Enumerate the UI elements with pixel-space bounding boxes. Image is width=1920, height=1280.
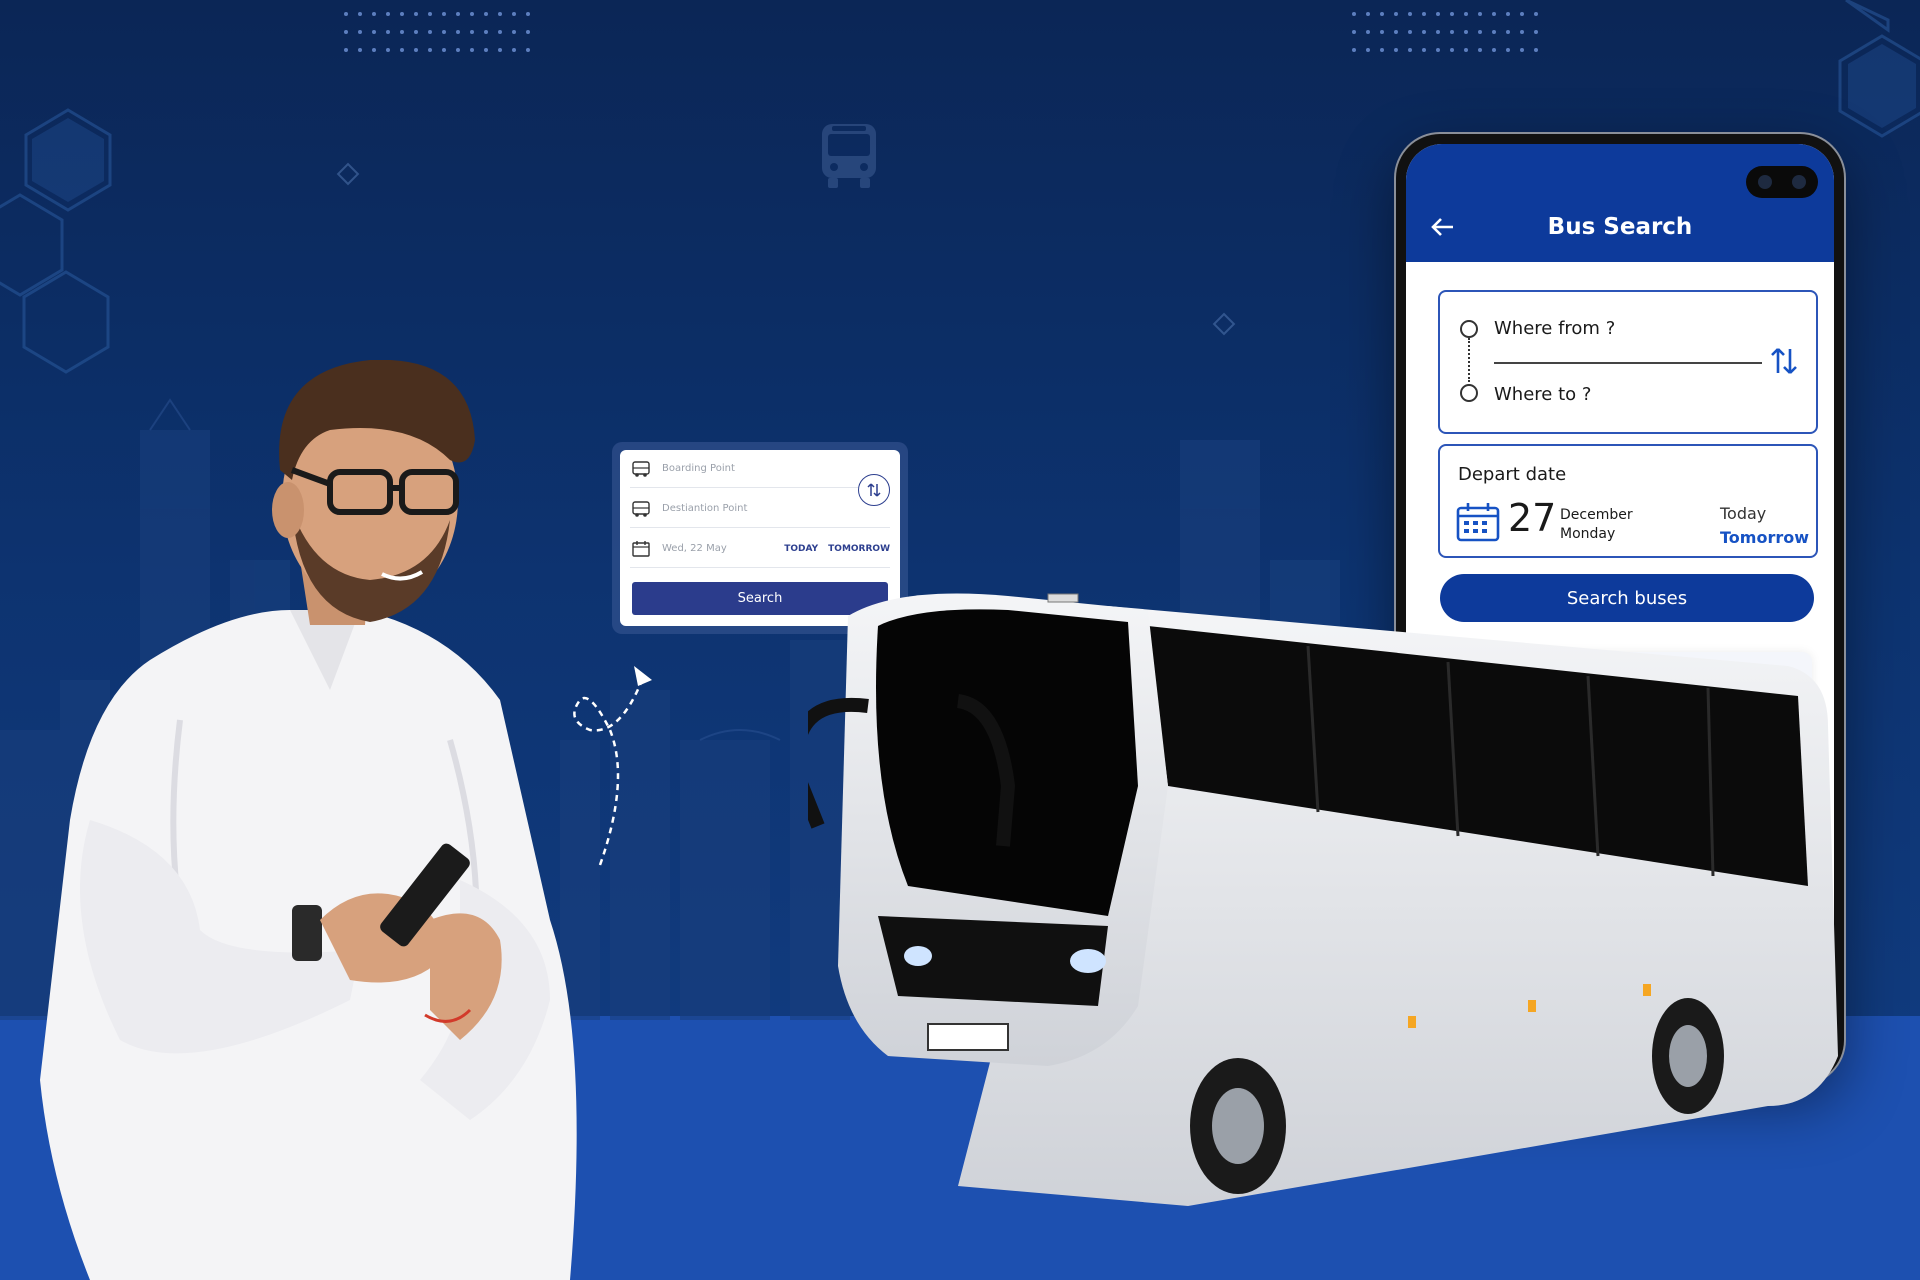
page-title: Bus Search: [1547, 214, 1693, 240]
route-connector: [1468, 338, 1470, 382]
man-using-phone-illustration: [40, 360, 577, 1280]
swap-icon: [867, 483, 881, 497]
today-chip[interactable]: TODAY: [784, 544, 818, 554]
bus-icon: [632, 460, 650, 477]
destination-point-field[interactable]: Destiantion Point: [630, 490, 890, 528]
app-bar: Bus Search: [1406, 144, 1834, 262]
selected-month: December: [1560, 507, 1633, 523]
calendar-icon: [632, 540, 650, 557]
dot-grid-left: [344, 12, 530, 52]
depart-date-label: Depart date: [1458, 464, 1567, 485]
origin-marker-icon: [1460, 320, 1478, 338]
route-card: Where from ? Where to ?: [1438, 290, 1818, 434]
dashed-arrow: [573, 666, 652, 866]
destination-point-placeholder: Destiantion Point: [662, 503, 748, 514]
tomorrow-chip[interactable]: TOMORROW: [828, 544, 890, 554]
destination-marker-icon: [1460, 384, 1478, 402]
front-camera: [1746, 166, 1818, 198]
boarding-point-placeholder: Boarding Point: [662, 463, 735, 474]
boarding-point-field[interactable]: Boarding Point: [630, 450, 890, 488]
date-value: Wed, 22 May: [662, 543, 727, 554]
calendar-icon: [1456, 503, 1500, 542]
selected-day: 27: [1508, 496, 1557, 540]
bus-icon: [632, 500, 650, 517]
selected-weekday: Monday: [1560, 526, 1616, 542]
route-divider: [1494, 362, 1762, 364]
bus-icon: [822, 124, 876, 188]
today-option[interactable]: Today: [1720, 504, 1766, 523]
tomorrow-option[interactable]: Tomorrow: [1720, 528, 1809, 547]
swap-button[interactable]: [858, 474, 890, 506]
swap-icon: [1771, 347, 1797, 374]
dot-grid-right: [1352, 12, 1538, 52]
coach-bus-illustration: [808, 593, 1838, 1206]
depart-date-card[interactable]: Depart date 27 December Monday Today Tom…: [1438, 444, 1818, 558]
where-to-field[interactable]: Where to ?: [1494, 384, 1591, 405]
swap-route-button[interactable]: [1766, 344, 1802, 380]
selected-month-weekday: December Monday: [1560, 506, 1633, 544]
where-from-field[interactable]: Where from ?: [1494, 318, 1615, 339]
date-row[interactable]: Wed, 22 May TODAY TOMORROW: [630, 530, 890, 568]
